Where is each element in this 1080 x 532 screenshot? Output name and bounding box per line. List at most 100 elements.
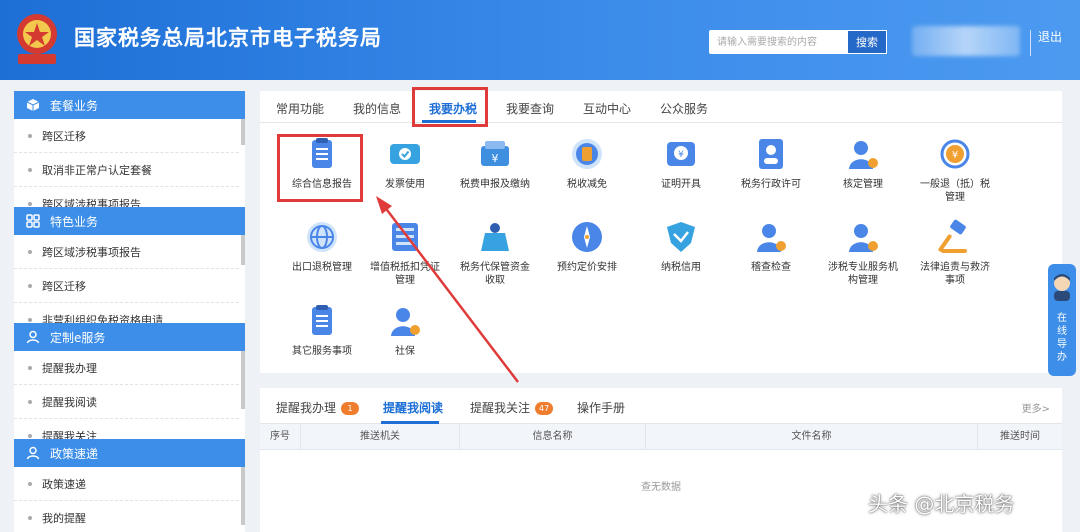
search-input[interactable] <box>709 30 847 54</box>
service-inspection[interactable]: 稽查检查 <box>730 219 812 274</box>
bullet-icon <box>28 167 32 172</box>
tab-interaction[interactable]: 互动中心 <box>583 100 631 117</box>
service-vat-deduction[interactable]: 增值税抵扣凭证 管理 <box>364 219 446 287</box>
menu-section-policy: 政策速递 政策速递 我的提醒 <box>14 439 245 532</box>
tab-public-service[interactable]: 公众服务 <box>660 100 708 117</box>
menu-item-label: 提醒我阅读 <box>42 395 97 409</box>
service-invoice[interactable]: 发票使用 <box>364 136 446 191</box>
scrollbar[interactable] <box>241 351 245 409</box>
count-badge: 47 <box>535 402 554 415</box>
menu-item[interactable]: 跨区域涉税事项报告 <box>14 235 239 269</box>
service-custody-funds[interactable]: 税务代保管资金 收取 <box>454 219 536 287</box>
menu-item-label: 我的提醒 <box>42 511 86 525</box>
cube-icon <box>26 99 40 111</box>
service-label: 预约定价安排 <box>546 261 628 274</box>
scrollbar[interactable] <box>241 119 245 145</box>
service-label-line: 其它服务事项 <box>292 346 352 357</box>
bullet-icon <box>28 399 32 404</box>
online-guide-button[interactable]: 在线导办 <box>1048 264 1076 376</box>
service-export-refund[interactable]: 出口退税管理 <box>281 219 363 274</box>
tab-label: 操作手册 <box>577 401 626 415</box>
refund-icon: ¥ <box>940 139 970 169</box>
service-label: 出口退税管理 <box>281 261 363 274</box>
service-label: 税务代保管资金 收取 <box>454 261 536 287</box>
menu-item[interactable]: 我的提醒 <box>14 501 239 532</box>
bullet-icon <box>28 365 32 370</box>
service-assessment[interactable]: 核定管理 <box>822 136 904 191</box>
tab-my-info[interactable]: 我的信息 <box>353 100 401 117</box>
service-label: 增值税抵扣凭证 管理 <box>364 261 446 287</box>
more-link[interactable]: 更多> <box>1022 400 1050 415</box>
menu-item[interactable]: 提醒我阅读 <box>14 385 239 419</box>
service-pricing-arrangement[interactable]: 预约定价安排 <box>546 219 628 274</box>
logout-link[interactable]: 退出 <box>1038 28 1062 45</box>
search-button[interactable]: 搜索 <box>847 30 887 54</box>
menu-item-label: 跨区迁移 <box>42 279 86 293</box>
menu-item[interactable]: 跨区迁移 <box>14 119 239 153</box>
services-panel: 常用功能 我的信息 我要办税 我要查询 互动中心 公众服务 综合信息报告 发票使用… <box>260 87 1062 373</box>
tab-remind-follow[interactable]: 提醒我关注 47 <box>470 399 554 416</box>
service-label: 社保 <box>364 345 446 358</box>
service-label: 一般退（抵）税 管理 <box>914 178 996 204</box>
service-tax-relief[interactable]: 税收减免 <box>546 136 628 191</box>
column-header: 信息名称 <box>460 424 646 450</box>
service-label: 稽查检查 <box>730 261 812 274</box>
service-certificate[interactable]: ¥ 证明开具 <box>640 136 722 191</box>
service-agency-management[interactable]: 涉税专业服务机 构管理 <box>822 219 904 287</box>
tab-common[interactable]: 常用功能 <box>276 100 324 117</box>
service-social-insurance[interactable]: 社保 <box>364 303 446 358</box>
service-label: 税收减免 <box>546 178 628 191</box>
service-other-services[interactable]: 其它服务事项 <box>281 303 363 358</box>
service-tax-declaration[interactable]: ¥ 税费申报及缴纳 <box>454 136 536 191</box>
menu-item[interactable]: 提醒我办理 <box>14 351 239 385</box>
tab-label: 提醒我关注 <box>470 401 531 415</box>
menu-header-policy[interactable]: 政策速递 <box>14 439 245 467</box>
service-label-line: 纳税信用 <box>661 262 701 273</box>
tab-label: 提醒我办理 <box>276 401 337 415</box>
globe-icon <box>307 222 337 252</box>
menu-item[interactable]: 政策速递 <box>14 467 239 501</box>
grid-icon <box>26 214 40 228</box>
person-icon <box>391 308 420 336</box>
scrollbar[interactable] <box>241 467 245 525</box>
guide-avatar-icon <box>1054 274 1070 301</box>
service-label-line: 预约定价安排 <box>557 262 617 273</box>
service-label-line: 一般退（抵）税 <box>920 179 990 190</box>
menu-item[interactable]: 跨区迁移 <box>14 269 239 303</box>
service-label: 证明开具 <box>640 178 722 191</box>
service-label-line: 构管理 <box>848 275 878 286</box>
menu-item[interactable]: 取消非正常户认定套餐 <box>14 153 239 187</box>
service-label-line: 出口退税管理 <box>292 262 352 273</box>
bottom-tabs: 提醒我办理 1 提醒我阅读 提醒我关注 47 操作手册 更多> <box>260 388 1062 424</box>
tab-remind-read[interactable]: 提醒我阅读 <box>383 399 443 416</box>
service-label-line: 增值税抵扣凭证 <box>370 262 440 273</box>
service-info-report[interactable]: 综合信息报告 <box>281 136 363 191</box>
tab-remind-handle[interactable]: 提醒我办理 1 <box>276 399 360 416</box>
tab-manual[interactable]: 操作手册 <box>577 399 625 416</box>
service-label-line: 稽查检查 <box>751 262 791 273</box>
scrollbar[interactable] <box>241 235 245 265</box>
bullet-icon <box>28 433 32 438</box>
menu-header-label: 定制e服务 <box>50 330 106 345</box>
service-tax-credit[interactable]: 纳税信用 <box>640 219 722 274</box>
stack-icon <box>392 223 418 251</box>
service-admin-license[interactable]: 税务行政许可 <box>730 136 812 191</box>
site-title: 国家税务总局北京市电子税务局 <box>74 26 382 50</box>
service-refund[interactable]: ¥ 一般退（抵）税 管理 <box>914 136 996 204</box>
tax-emblem-icon <box>17 14 57 64</box>
bullet-icon <box>28 317 32 322</box>
menu-header-featured[interactable]: 特色业务 <box>14 207 245 235</box>
bullet-icon <box>28 283 32 288</box>
menu-section-featured: 特色业务 跨区域涉税事项报告 跨区迁移 非营利组织免税资格申请 <box>14 207 245 337</box>
menu-header-package[interactable]: 套餐业务 <box>14 91 245 119</box>
menu-header-custom[interactable]: 定制e服务 <box>14 323 245 351</box>
service-label-line: 税收减免 <box>567 179 607 190</box>
tab-query[interactable]: 我要查询 <box>506 100 554 117</box>
user-info-blurred <box>912 26 1020 56</box>
id-icon <box>759 139 783 169</box>
highlight-box-tab <box>412 87 488 127</box>
service-label: 其它服务事项 <box>281 345 363 358</box>
service-label-line: 证明开具 <box>661 179 701 190</box>
service-label: 综合信息报告 <box>281 178 363 191</box>
service-legal-remedy[interactable]: 法律追责与救济 事项 <box>914 219 996 287</box>
